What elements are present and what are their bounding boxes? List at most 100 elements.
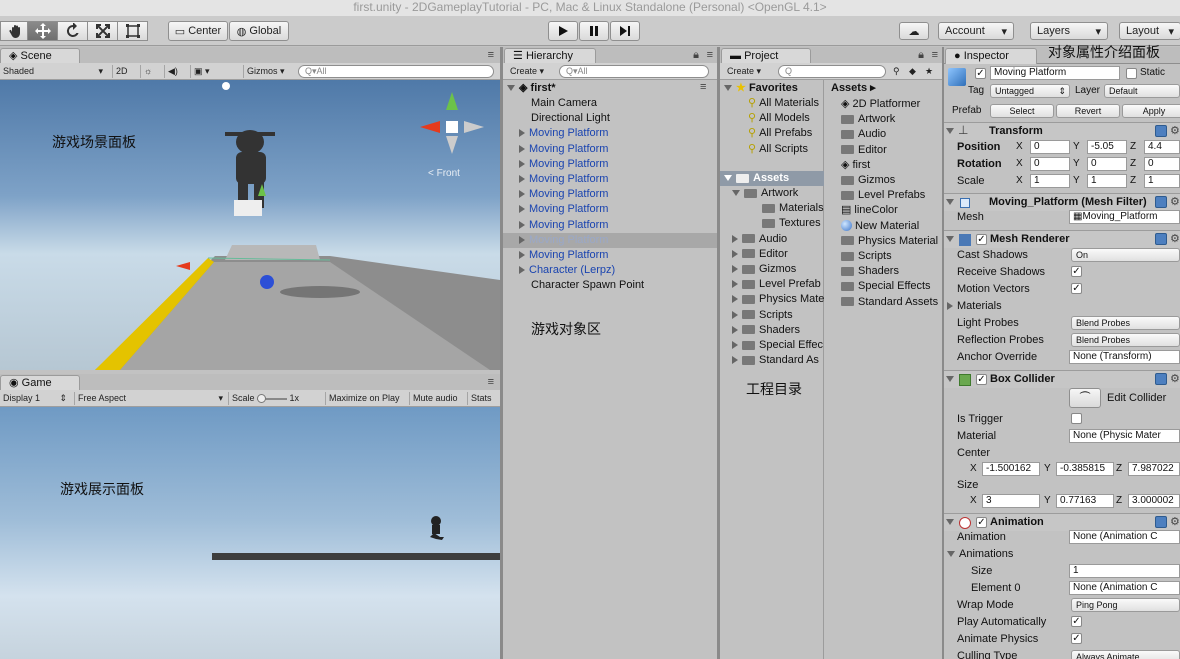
layout-dropdown[interactable]: Layout ▾ (1119, 22, 1180, 40)
transform-scl-y-field[interactable]: 1 (1087, 174, 1127, 188)
play-automatically-checkbox[interactable]: ✓ (1071, 616, 1082, 627)
animations-size-field[interactable]: 1 (1069, 564, 1180, 578)
audio-toggle[interactable]: ◀) (164, 65, 188, 78)
favorite-item[interactable]: ⚲ All Scripts (748, 142, 808, 157)
mesh-renderer-enabled-checkbox[interactable]: ✓ (976, 234, 987, 245)
pause-button[interactable] (579, 21, 609, 41)
animation-enabled-checkbox[interactable]: ✓ (976, 517, 987, 528)
effects-dropdown[interactable]: ▣ ▾ (190, 65, 222, 78)
filter-label-button[interactable]: ◆ (906, 65, 922, 78)
tag-dropdown[interactable]: Untagged ⇕ (990, 84, 1070, 98)
help-icon[interactable] (1155, 125, 1167, 137)
gameobject-name-field[interactable]: Moving Platform (990, 66, 1120, 80)
asset-item[interactable]: Physics Material (841, 234, 938, 249)
prefab-select-button[interactable]: Select (990, 104, 1054, 118)
asset-item[interactable]: Level Prefabs (841, 188, 925, 203)
filter-type-button[interactable]: ⚲ (890, 65, 906, 78)
asset-item[interactable]: ◈ 2D Platformer (841, 97, 920, 112)
help-icon[interactable] (1155, 196, 1167, 208)
asset-item[interactable]: ◈ first (841, 158, 870, 173)
culling-type-dropdown[interactable]: Always Animate (1071, 650, 1180, 659)
account-dropdown[interactable]: Account ▾ (938, 22, 1014, 40)
tab-game[interactable]: ◉ Game (0, 375, 80, 391)
rect-tool-button[interactable] (117, 21, 148, 41)
play-button[interactable] (548, 21, 578, 41)
collider-size-z-field[interactable]: 3.000002 (1128, 494, 1180, 508)
transform-pos-x-field[interactable]: 0 (1030, 140, 1070, 154)
gear-icon[interactable]: ⚙ (1170, 372, 1180, 385)
asset-item[interactable]: Special Effects (841, 279, 931, 294)
collider-center-z-field[interactable]: 7.987022 (1128, 462, 1180, 476)
collider-center-y-field[interactable]: -0.385815 (1056, 462, 1114, 476)
project-folder-item[interactable]: Materials (746, 201, 824, 216)
slider-thumb[interactable] (257, 393, 267, 403)
motion-vectors-checkbox[interactable]: ✓ (1071, 283, 1082, 294)
asset-item[interactable]: Audio (841, 127, 886, 142)
project-folder-item[interactable]: Level Prefab (732, 277, 821, 292)
light-probes-dropdown[interactable]: Blend Probes (1071, 316, 1180, 330)
layers-dropdown[interactable]: Layers ▾ (1030, 22, 1108, 40)
step-button[interactable] (610, 21, 640, 41)
gear-icon[interactable]: ⚙ (1170, 195, 1180, 208)
tab-scene[interactable]: ◈ Scene (0, 48, 80, 64)
asset-item[interactable]: Editor (841, 143, 887, 158)
tab-project[interactable]: ▬ Project (721, 48, 811, 64)
gear-icon[interactable]: ⚙ (1170, 232, 1180, 245)
panel-menu-icon[interactable]: ≡ (707, 49, 713, 61)
panel-menu-icon[interactable]: ≡ (488, 376, 494, 388)
transform-pos-z-field[interactable]: 4.4 (1144, 140, 1180, 154)
hierarchy-item[interactable]: Moving Platform (503, 202, 717, 217)
asset-item[interactable]: ▤ lineColor (841, 203, 898, 218)
lighting-toggle[interactable]: ☼ (140, 65, 162, 78)
aspect-dropdown[interactable]: Free Aspect ▾ (74, 392, 226, 405)
favorite-item[interactable]: ⚲ All Prefabs (748, 126, 812, 141)
mesh-renderer-header[interactable]: ✓ Mesh Renderer ⚙ (944, 230, 1180, 248)
box-collider-header[interactable]: ✓ Box Collider ⚙ (944, 370, 1180, 388)
move-tool-button[interactable] (27, 21, 58, 41)
toggle-2d-button[interactable]: 2D (112, 65, 134, 78)
help-icon[interactable] (1155, 233, 1167, 245)
transform-scl-z-field[interactable]: 1 (1144, 174, 1180, 188)
layer-dropdown[interactable]: Default (1104, 84, 1180, 98)
transform-rot-y-field[interactable]: 0 (1087, 157, 1127, 171)
lock-icon[interactable]: 🔒︎ (918, 49, 924, 62)
transform-rot-z-field[interactable]: 0 (1144, 157, 1180, 171)
is-trigger-checkbox[interactable] (1071, 413, 1082, 424)
hierarchy-item[interactable]: Directional Light (503, 111, 717, 126)
animations-foldout[interactable]: Animations (947, 547, 1013, 561)
transform-header[interactable]: ⊥ Transform ⚙ (944, 122, 1180, 140)
project-folder-item[interactable]: Audio (732, 232, 787, 247)
hierarchy-create-dropdown[interactable]: Create ▾ (507, 65, 555, 78)
project-folder-item[interactable]: Editor (732, 247, 788, 262)
element-0-field[interactable]: None (Animation C (1069, 581, 1180, 595)
receive-shadows-checkbox[interactable]: ✓ (1071, 266, 1082, 277)
stats-toggle[interactable]: Stats (467, 392, 500, 405)
project-folder-item[interactable]: Shaders (732, 323, 800, 338)
scene-search-input[interactable]: Q▾All (298, 65, 494, 78)
rotate-tool-button[interactable] (57, 21, 88, 41)
hierarchy-item[interactable]: Main Camera (503, 96, 717, 111)
scene-menu-icon[interactable]: ≡ (700, 81, 706, 93)
tab-hierarchy[interactable]: ☰ Hierarchy (504, 48, 596, 64)
transform-pos-y-field[interactable]: -5.05 (1087, 140, 1127, 154)
collider-size-y-field[interactable]: 0.77163 (1056, 494, 1114, 508)
panel-menu-icon[interactable]: ≡ (488, 49, 494, 61)
space-global-button[interactable]: ◍ Global (229, 21, 289, 41)
shading-mode-dropdown[interactable]: Shaded ▾ (0, 65, 106, 78)
pivot-center-button[interactable]: ▭ Center (168, 21, 228, 41)
collider-material-field[interactable]: None (Physic Mater (1069, 429, 1180, 443)
collider-size-x-field[interactable]: 3 (982, 494, 1040, 508)
help-icon[interactable] (1155, 516, 1167, 528)
asset-item[interactable]: Standard Assets (841, 295, 938, 310)
hierarchy-item[interactable]: Character (Lerpz) (503, 263, 717, 278)
asset-item[interactable]: New Material (841, 219, 919, 234)
hierarchy-item[interactable]: Moving Platform (503, 218, 717, 233)
help-icon[interactable] (1155, 373, 1167, 385)
cast-shadows-dropdown[interactable]: On (1071, 248, 1180, 262)
hierarchy-item[interactable]: Moving Platform (503, 248, 717, 263)
project-create-dropdown[interactable]: Create ▾ (724, 65, 770, 78)
mesh-object-field[interactable]: ▦Moving_Platform (1069, 210, 1180, 224)
materials-foldout[interactable]: Materials (947, 299, 1002, 313)
hierarchy-item[interactable]: Moving Platform (503, 126, 717, 141)
assets-breadcrumb[interactable]: Assets ▸ (831, 81, 876, 96)
